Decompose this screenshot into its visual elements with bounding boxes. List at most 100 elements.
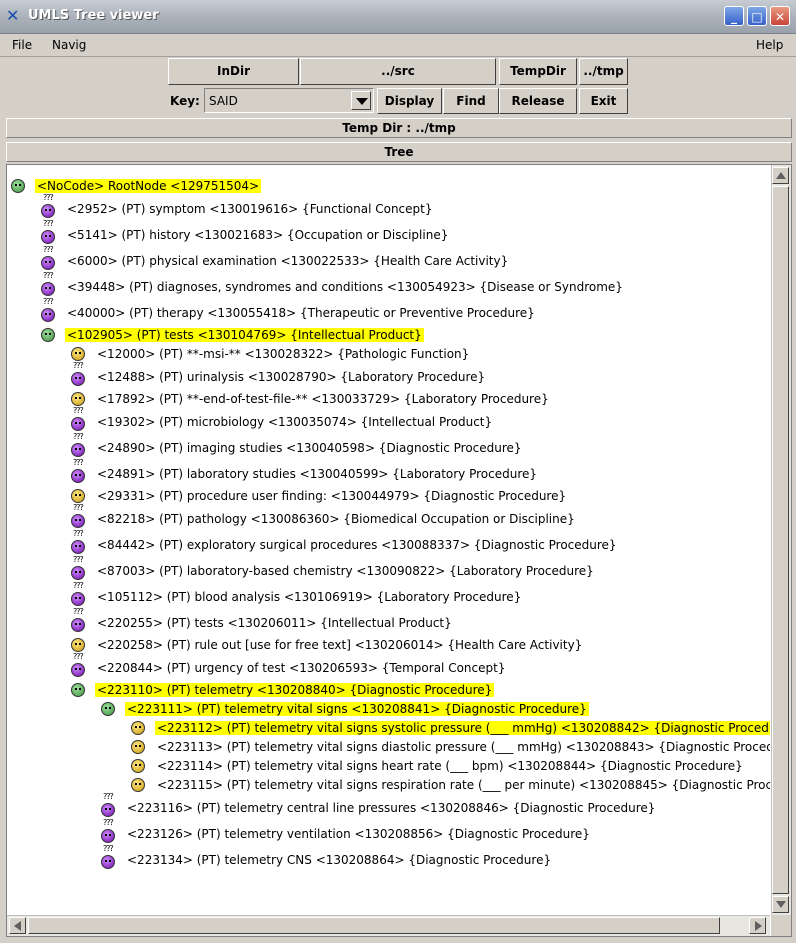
unknown-node-icon[interactable]: ??? — [101, 819, 115, 843]
tree-node[interactable]: <17892> (PT) **-end-of-test-file-** <130… — [71, 390, 551, 408]
tree-node[interactable]: ??? <39448> (PT) diagnoses, syndromes and… — [41, 272, 625, 296]
tree-node[interactable]: <223112> (PT) telemetry vital signs syst… — [131, 719, 770, 737]
tree-node-label: <NoCode> RootNode <129751504> — [35, 179, 262, 193]
tree-node-label: <39448> (PT) diagnoses, syndromes and co… — [67, 280, 623, 294]
tree-node[interactable]: ??? <223126> (PT) telemetry ventilation <… — [101, 819, 592, 843]
tree-panel: <NoCode> RootNode <129751504>??? <2952> (… — [6, 164, 792, 937]
key-combobox[interactable] — [204, 88, 374, 113]
unknown-node-icon[interactable]: ??? — [71, 459, 85, 483]
unknown-node-icon[interactable]: ??? — [41, 272, 55, 296]
menu-bar: File Navig Help — [0, 34, 796, 57]
release-button[interactable]: Release — [499, 88, 577, 114]
expanded-node-icon[interactable] — [11, 179, 25, 193]
expanded-node-icon[interactable] — [41, 328, 55, 342]
scroll-left-arrow-icon[interactable] — [9, 917, 26, 934]
key-input[interactable] — [207, 92, 349, 109]
leaf-node-icon[interactable] — [71, 347, 85, 361]
unknown-node-icon[interactable]: ??? — [71, 407, 85, 431]
chevron-down-icon[interactable] — [351, 91, 371, 110]
tree-node[interactable]: <12000> (PT) **-msi-** <130028322> {Path… — [71, 345, 471, 363]
unknown-node-icon[interactable]: ??? — [41, 194, 55, 218]
tree-node[interactable]: ??? <40000> (PT) therapy <130055418> {The… — [41, 298, 537, 322]
unknown-node-icon[interactable]: ??? — [41, 220, 55, 244]
indir-button[interactable]: InDir — [168, 58, 299, 85]
menu-navig[interactable]: Navig — [48, 36, 90, 54]
tree-node[interactable]: ??? <6000> (PT) physical examination <130… — [41, 246, 510, 270]
maximize-button[interactable]: □ — [747, 6, 767, 26]
tree-node[interactable]: ??? <24890> (PT) imaging studies <1300405… — [71, 433, 524, 457]
tree-node[interactable]: ??? <5141> (PT) history <130021683> {Occu… — [41, 220, 450, 244]
unknown-node-icon[interactable]: ??? — [71, 556, 85, 580]
tree-node-label: <220258> (PT) rule out [use for free tex… — [97, 638, 583, 652]
tree-node[interactable]: ??? <223134> (PT) telemetry CNS <13020886… — [101, 845, 553, 869]
tree-node[interactable]: ??? <19302> (PT) microbiology <130035074>… — [71, 407, 494, 431]
close-button[interactable]: ✕ — [770, 6, 790, 26]
tree-node[interactable]: ??? <105112> (PT) blood analysis <1301069… — [71, 582, 523, 606]
exit-button-label: Exit — [590, 94, 617, 108]
leaf-node-icon[interactable] — [131, 721, 145, 735]
unknown-node-icon[interactable]: ??? — [71, 530, 85, 554]
leaf-node-icon[interactable] — [71, 392, 85, 406]
tree-node[interactable]: <223110> (PT) telemetry <130208840> {Dia… — [71, 681, 495, 699]
find-button-label: Find — [456, 94, 486, 108]
tree-node-label: <223114> (PT) telemetry vital signs hear… — [157, 759, 743, 773]
tmp-dir-button[interactable]: ../tmp — [579, 58, 628, 85]
unknown-node-icon[interactable]: ??? — [101, 845, 115, 869]
leaf-node-icon[interactable] — [131, 778, 145, 792]
tree-node[interactable]: ??? <87003> (PT) laboratory-based chemist… — [71, 556, 596, 580]
leaf-node-icon[interactable] — [71, 489, 85, 503]
tree-node[interactable]: ??? <2952> (PT) symptom <130019616> {Func… — [41, 194, 435, 218]
tree-node[interactable]: ??? <220844> (PT) urgency of test <130206… — [71, 653, 507, 677]
tree-node-label: <2952> (PT) symptom <130019616> {Functio… — [67, 202, 433, 216]
horizontal-scroll-thumb[interactable] — [28, 917, 720, 934]
tree-node[interactable]: ??? <84442> (PT) exploratory surgical pro… — [71, 530, 619, 554]
menu-file[interactable]: File — [8, 36, 36, 54]
tree-view[interactable]: <NoCode> RootNode <129751504>??? <2952> (… — [7, 165, 770, 915]
scroll-right-arrow-icon[interactable] — [749, 917, 766, 934]
tree-node[interactable]: <223111> (PT) telemetry vital signs <130… — [101, 700, 589, 718]
tree-node[interactable]: ??? <220255> (PT) tests <130206011> {Inte… — [71, 608, 454, 632]
tree-node[interactable]: <29331> (PT) procedure user finding: <13… — [71, 487, 568, 505]
tree-node[interactable]: ??? <82218> (PT) pathology <130086360> {B… — [71, 504, 577, 528]
unknown-node-icon[interactable]: ??? — [71, 653, 85, 677]
tempdir-button[interactable]: TempDir — [499, 58, 577, 85]
unknown-node-icon[interactable]: ??? — [71, 504, 85, 528]
leaf-node-icon[interactable] — [131, 740, 145, 754]
temp-dir-status: Temp Dir : ../tmp — [6, 118, 792, 138]
exit-button[interactable]: Exit — [579, 88, 628, 114]
unknown-node-icon[interactable]: ??? — [41, 298, 55, 322]
unknown-node-icon[interactable]: ??? — [71, 433, 85, 457]
scroll-down-arrow-icon[interactable] — [772, 896, 789, 913]
src-dir-button[interactable]: ../src — [300, 58, 496, 85]
unknown-node-icon[interactable]: ??? — [71, 362, 85, 386]
leaf-node-icon[interactable] — [131, 759, 145, 773]
horizontal-scrollbar[interactable] — [7, 915, 770, 936]
unknown-node-icon[interactable]: ??? — [101, 793, 115, 817]
leaf-node-icon[interactable] — [71, 638, 85, 652]
tree-node-label: <223111> (PT) telemetry vital signs <130… — [125, 702, 589, 716]
display-button[interactable]: Display — [377, 88, 442, 114]
expanded-node-icon[interactable] — [71, 683, 85, 697]
vertical-scroll-thumb[interactable] — [772, 186, 789, 894]
unknown-node-icon[interactable]: ??? — [71, 582, 85, 606]
tree-node[interactable]: ??? <24891> (PT) laboratory studies <1300… — [71, 459, 539, 483]
minimize-button[interactable]: _ — [724, 6, 744, 26]
expanded-node-icon[interactable] — [101, 702, 115, 716]
menu-help[interactable]: Help — [752, 36, 787, 54]
tree-node[interactable]: <223114> (PT) telemetry vital signs hear… — [131, 757, 745, 775]
find-button[interactable]: Find — [443, 88, 499, 114]
unknown-node-icon[interactable]: ??? — [41, 246, 55, 270]
vertical-scrollbar[interactable] — [771, 165, 791, 915]
tree-node-label: <6000> (PT) physical examination <130022… — [67, 254, 509, 268]
src-dir-label: ../src — [381, 64, 415, 78]
tree-node[interactable]: <220258> (PT) rule out [use for free tex… — [71, 636, 584, 654]
tree-node[interactable]: <223113> (PT) telemetry vital signs dias… — [131, 738, 770, 756]
scroll-up-arrow-icon[interactable] — [772, 167, 789, 184]
tree-node[interactable]: ??? <12488> (PT) urinalysis <130028790> {… — [71, 362, 487, 386]
tree-node[interactable]: <102905> (PT) tests <130104769> {Intelle… — [41, 326, 424, 344]
unknown-node-icon[interactable]: ??? — [71, 608, 85, 632]
tree-node[interactable]: <223115> (PT) telemetry vital signs resp… — [131, 776, 770, 794]
tree-node-label: <12488> (PT) urinalysis <130028790> {Lab… — [97, 370, 486, 384]
tree-node[interactable]: ??? <223116> (PT) telemetry central line … — [101, 793, 657, 817]
tree-node-label: <5141> (PT) history <130021683> {Occupat… — [67, 228, 449, 242]
